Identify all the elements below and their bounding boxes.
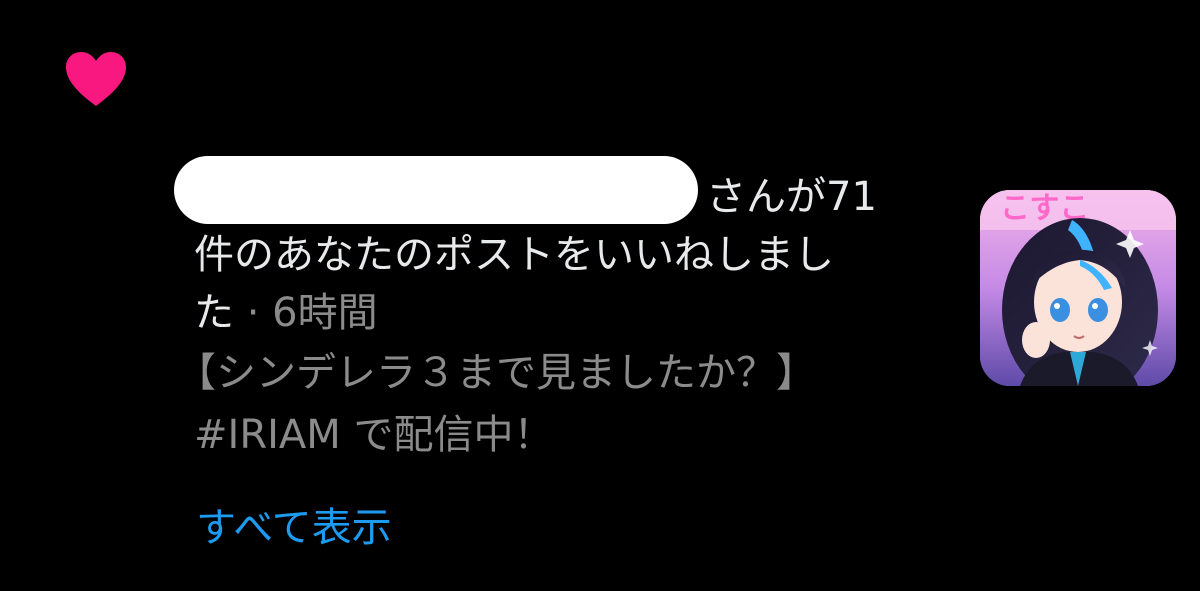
text-line-3-main: た xyxy=(194,290,234,336)
time-ago: 6時間 xyxy=(272,290,378,336)
text-suffix: さんが71 xyxy=(706,174,877,220)
post-tag-line: #IRIAM で配信中！ xyxy=(194,412,554,458)
show-all-link[interactable]: すべて表示 xyxy=(196,504,392,552)
notification-text: さんが71 件のあなたのポストをいいねしまし た · 6時間 xyxy=(174,156,914,342)
text-line-3: た · 6時間 xyxy=(174,284,914,342)
redacted-username xyxy=(174,156,698,224)
separator: · xyxy=(234,290,273,336)
post-thumbnail[interactable]: こすこ xyxy=(980,190,1176,386)
heart-icon xyxy=(66,52,126,106)
post-title: 【シンデレラ３まで見ましたか？】 xyxy=(176,350,816,396)
thumbnail-image: こすこ xyxy=(980,190,1176,386)
text-line-2: 件のあなたのポストをいいねしまし xyxy=(194,232,834,278)
post-preview[interactable]: 【シンデレラ３まで見ましたか？】 #IRIAM で配信中！ xyxy=(174,342,914,466)
like-notification[interactable]: さんが71 件のあなたのポストをいいねしまし た · 6時間 【シンデレラ３まで… xyxy=(174,156,914,466)
